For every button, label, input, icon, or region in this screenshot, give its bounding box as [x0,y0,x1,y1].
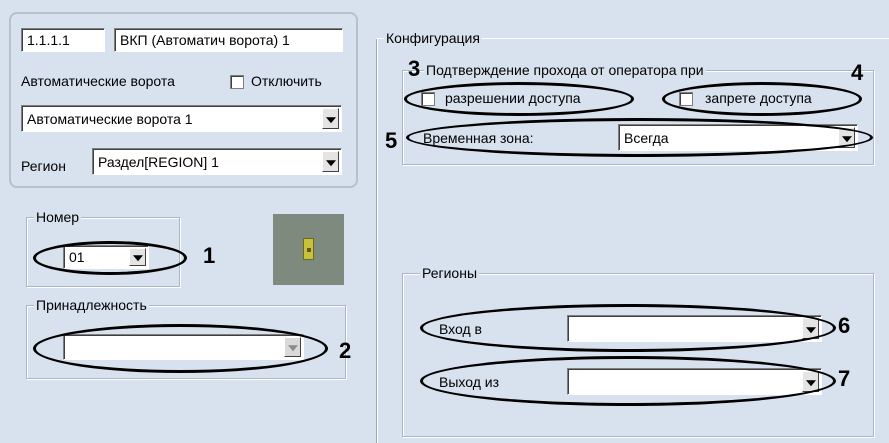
region-combo[interactable]: Раздел[REGION] 1 [92,148,342,175]
callout-number-7: 7 [838,366,851,391]
time-zone-value: Всегда [624,129,669,146]
chevron-down-icon [132,255,143,262]
object-type-value: Автоматические ворота 1 [27,110,193,127]
region-label: Регион [21,158,66,174]
callout-number-4: 4 [851,60,864,85]
region-value: Раздел[REGION] 1 [98,153,219,170]
object-id-field[interactable]: 1.1.1.1 [21,28,105,52]
config-legend: Конфигурация [384,30,482,46]
on-grant-label: разрешении доступа [445,90,581,106]
chevron-down-icon [325,159,336,166]
object-type-dropdown-button[interactable] [322,108,339,129]
object-name-field[interactable]: ВКП (Автоматич ворота) 1 [114,28,343,52]
time-zone-label: Временная зона: [423,130,534,146]
chevron-down-icon [287,345,298,352]
on-grant-checkbox[interactable] [421,92,435,106]
entry-region-combo[interactable] [567,315,822,342]
exit-region-label: Выход из [439,374,500,390]
on-deny-label: запрете доступа [705,90,812,106]
object-type-combo[interactable]: Автоматические ворота 1 [21,105,342,132]
number-dropdown-button[interactable] [129,248,146,266]
config-divider [376,38,378,443]
chevron-down-icon [841,135,852,142]
number-combo[interactable]: 01 [63,245,149,269]
number-value: 01 [69,249,85,265]
callout-number-5: 5 [385,128,398,153]
disable-label: Отключить [251,73,322,89]
door-lamp-icon [303,238,314,260]
time-zone-combo[interactable]: Всегда [618,124,858,151]
number-group-legend: Номер [34,209,82,225]
object-type-label: Автоматические ворота [21,73,175,89]
callout-number-2: 2 [339,338,352,363]
callout-number-6: 6 [838,313,851,338]
status-indicator-tile [273,214,344,285]
callout-number-1: 1 [203,243,216,268]
exit-region-combo[interactable] [567,368,822,395]
object-id-value: 1.1.1.1 [27,32,70,48]
confirm-group-legend: Подтверждение прохода от оператора при [424,62,706,78]
exit-region-dropdown-button[interactable] [802,371,819,392]
time-zone-dropdown-button[interactable] [838,127,855,148]
belonging-dropdown-button[interactable] [284,337,301,357]
belonging-group-legend: Принадлежность [34,297,149,313]
object-name-value: ВКП (Автоматич ворота) 1 [120,32,290,48]
region-dropdown-button[interactable] [322,151,339,172]
belonging-combo[interactable] [63,334,304,360]
chevron-down-icon [805,379,816,386]
entry-region-dropdown-button[interactable] [802,318,819,339]
chevron-down-icon [805,326,816,333]
on-deny-checkbox[interactable] [679,92,693,106]
disable-checkbox[interactable] [230,75,244,89]
regions-group [402,273,874,437]
chevron-down-icon [325,116,336,123]
entry-region-label: Вход в [439,321,482,337]
regions-group-legend: Регионы [420,265,480,281]
callout-number-3: 3 [408,56,421,81]
